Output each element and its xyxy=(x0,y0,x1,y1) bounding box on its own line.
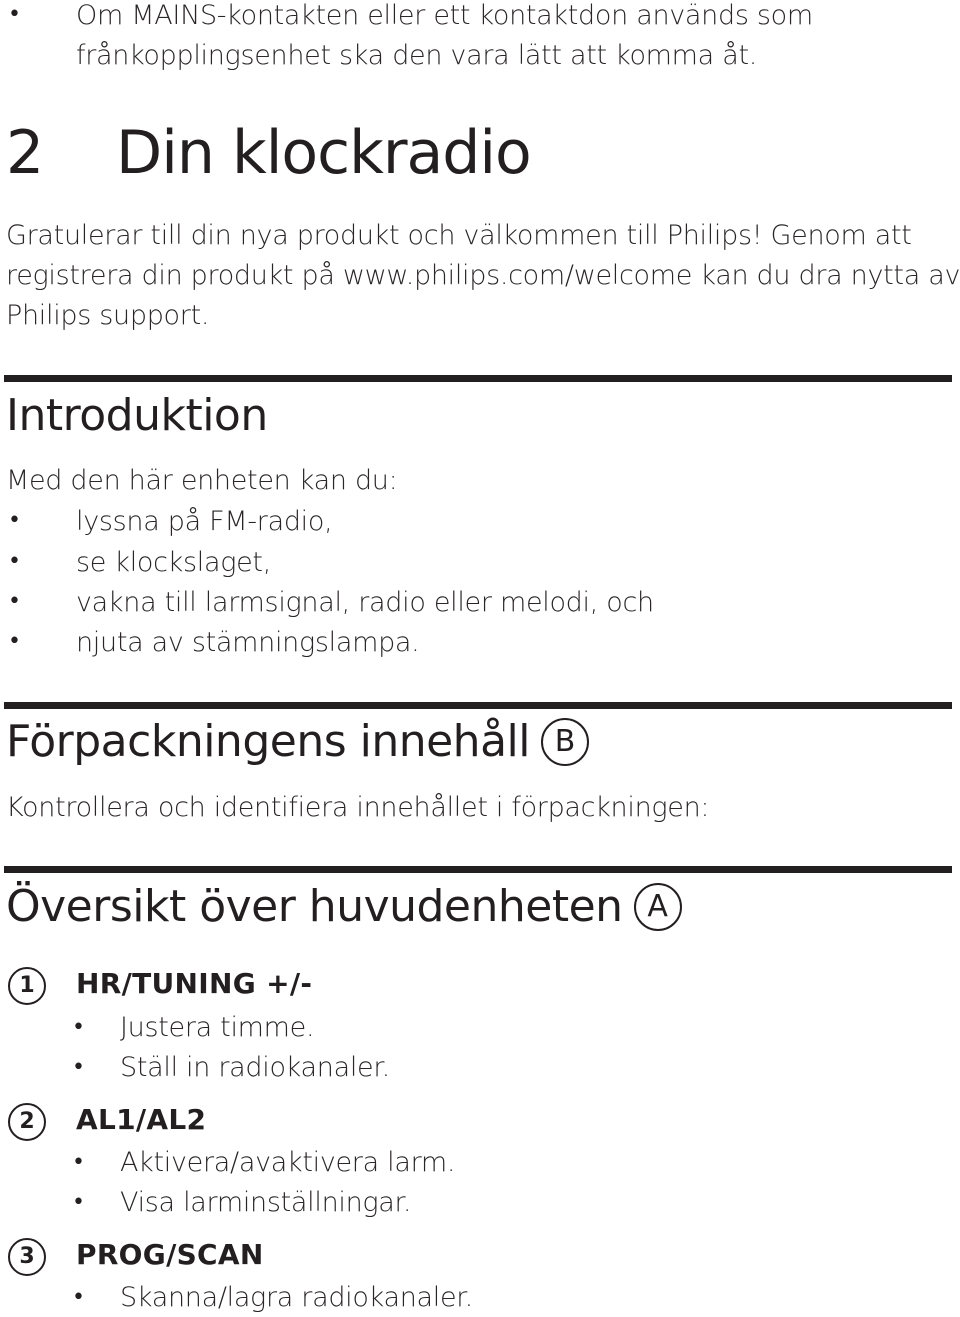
list-item: Ställ in radiokanaler. xyxy=(120,1052,390,1083)
list-item: Justera timme. xyxy=(120,1012,315,1043)
item-number-badge: 3 xyxy=(8,1238,46,1276)
figure-reference-badge: A xyxy=(633,882,682,931)
bullet-marker: • xyxy=(8,589,21,614)
intro-line: Gratulerar till din nya produkt och välk… xyxy=(6,220,912,251)
figure-reference-badge: B xyxy=(541,717,590,766)
list-item: njuta av stämningslampa. xyxy=(76,627,420,658)
bullet-marker: • xyxy=(72,1150,85,1175)
item-title: HR/TUNING +/- xyxy=(76,967,313,1000)
item-number-badge: 2 xyxy=(8,1103,46,1141)
bullet-marker: • xyxy=(8,629,21,654)
item-title: AL1/AL2 xyxy=(76,1103,207,1136)
package-heading: Förpackningens innehåll xyxy=(6,716,530,767)
bullet-marker: • xyxy=(72,1015,85,1040)
bullet-marker: • xyxy=(72,1190,85,1215)
safety-text-line: Om MAINS-kontakten eller ett kontaktdon … xyxy=(76,0,813,31)
bullet-marker: • xyxy=(8,2,21,27)
introduction-heading: Introduktion xyxy=(6,390,268,441)
section-divider xyxy=(4,375,952,382)
item-title: PROG/SCAN xyxy=(76,1238,264,1271)
bullet-marker: • xyxy=(72,1055,85,1080)
bullet-marker: • xyxy=(8,549,21,574)
chapter-title: Din klockradio xyxy=(116,118,532,188)
introduction-lead: Med den här enheten kan du: xyxy=(6,465,398,496)
list-item: Skanna/lagra radiokanaler. xyxy=(120,1282,473,1313)
bullet-marker: • xyxy=(72,1285,85,1310)
intro-line: registrera din produkt på www.philips.co… xyxy=(6,260,960,291)
safety-text-line: frånkopplingsenhet ska den vara lätt att… xyxy=(76,40,758,71)
list-item: Aktivera/avaktivera larm. xyxy=(120,1147,456,1178)
intro-line: Philips support. xyxy=(6,300,210,331)
list-item: Visa larminställningar. xyxy=(120,1187,412,1218)
package-text: Kontrollera och identifiera innehållet i… xyxy=(6,792,710,823)
list-item: lyssna på FM-radio, xyxy=(76,506,333,537)
list-item: vakna till larmsignal, radio eller melod… xyxy=(76,587,654,618)
bullet-marker: • xyxy=(8,508,21,533)
item-number-badge: 1 xyxy=(8,967,46,1005)
chapter-number: 2 xyxy=(6,118,44,188)
section-divider xyxy=(4,702,952,709)
list-item: se klockslaget, xyxy=(76,547,271,578)
package-heading-row: Förpackningens innehåll B xyxy=(6,716,590,767)
section-divider xyxy=(4,866,952,873)
overview-heading-row: Översikt över huvudenheten A xyxy=(6,881,682,932)
overview-heading: Översikt över huvudenheten xyxy=(6,881,623,932)
